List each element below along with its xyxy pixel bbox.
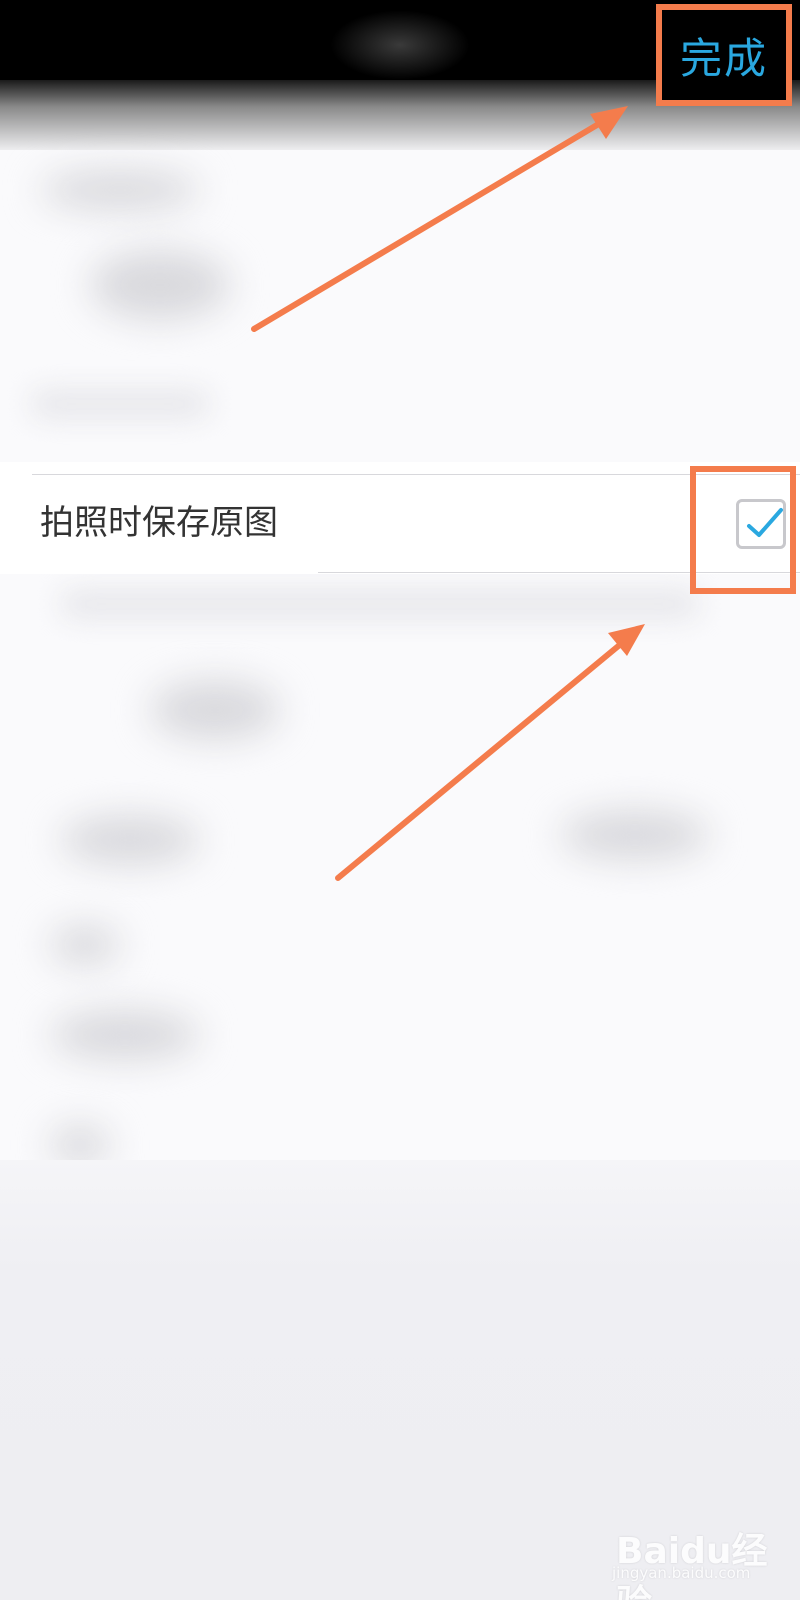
watermark-url: jingyan.baidu.com	[612, 1564, 751, 1582]
annotation-arrows	[251, 106, 645, 881]
arrowhead-icon	[590, 106, 628, 139]
arrow-line-icon	[251, 119, 605, 332]
arrow-line-icon	[335, 640, 625, 881]
baidu-watermark: Baidu经验 jingyan.baidu.com	[612, 1510, 792, 1600]
watermark-brand: Baidu经验	[616, 1531, 768, 1600]
